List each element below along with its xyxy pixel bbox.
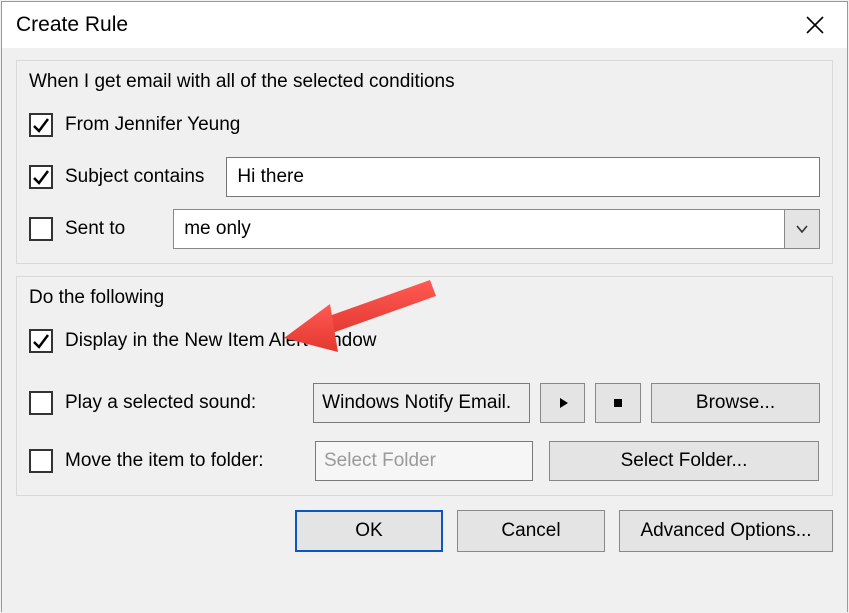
move-folder-label: Move the item to folder: — [65, 450, 315, 472]
check-icon — [32, 116, 50, 134]
play-icon — [557, 397, 569, 409]
play-sound-row: Play a selected sound: Windows Notify Em… — [29, 383, 820, 423]
sent-to-value: me only — [173, 209, 784, 249]
select-folder-button[interactable]: Select Folder... — [549, 441, 819, 481]
stop-icon — [612, 397, 624, 409]
subject-input[interactable] — [226, 157, 820, 197]
sent-to-combo[interactable]: me only — [173, 209, 820, 249]
sent-to-label: Sent to — [65, 218, 125, 240]
from-row: From Jennifer Yeung — [29, 105, 820, 145]
close-button[interactable] — [791, 2, 839, 48]
sent-to-checkbox[interactable] — [29, 217, 53, 241]
close-icon — [805, 15, 825, 35]
sound-file-field[interactable]: Windows Notify Email. — [313, 383, 530, 423]
sent-to-dropdown-button[interactable] — [784, 209, 820, 249]
check-icon — [32, 168, 50, 186]
subject-label: Subject contains — [65, 166, 204, 188]
subject-row: Subject contains — [29, 157, 820, 197]
titlebar: Create Rule — [2, 2, 847, 48]
play-sound-checkbox[interactable] — [29, 391, 53, 415]
display-alert-label: Display in the New Item Alert window — [65, 330, 377, 352]
check-icon — [32, 332, 50, 350]
cancel-button[interactable]: Cancel — [457, 510, 605, 552]
actions-group: Do the following Display in the New Item… — [16, 276, 833, 496]
move-folder-checkbox[interactable] — [29, 449, 53, 473]
display-alert-row: Display in the New Item Alert window — [29, 321, 820, 361]
from-checkbox[interactable] — [29, 113, 53, 137]
conditions-group: When I get email with all of the selecte… — [16, 60, 833, 264]
chevron-down-icon — [795, 222, 809, 236]
ok-button[interactable]: OK — [295, 510, 443, 552]
sent-to-row: Sent to me only — [29, 209, 820, 249]
play-sound-button[interactable] — [540, 383, 586, 423]
move-folder-row: Move the item to folder: Select Folder S… — [29, 441, 820, 481]
subject-checkbox[interactable] — [29, 165, 53, 189]
create-rule-dialog: Create Rule When I get email with all of… — [1, 1, 848, 612]
stop-sound-button[interactable] — [595, 383, 641, 423]
dialog-body: When I get email with all of the selecte… — [2, 48, 847, 613]
actions-caption: Do the following — [29, 287, 820, 309]
button-bar: OK Cancel Advanced Options... — [16, 510, 833, 552]
advanced-options-button[interactable]: Advanced Options... — [619, 510, 833, 552]
display-alert-checkbox[interactable] — [29, 329, 53, 353]
browse-button[interactable]: Browse... — [651, 383, 820, 423]
conditions-caption: When I get email with all of the selecte… — [29, 71, 820, 93]
play-sound-label: Play a selected sound: — [65, 392, 313, 414]
from-label: From Jennifer Yeung — [65, 114, 240, 136]
dialog-title: Create Rule — [16, 13, 128, 37]
folder-field[interactable]: Select Folder — [315, 441, 533, 481]
